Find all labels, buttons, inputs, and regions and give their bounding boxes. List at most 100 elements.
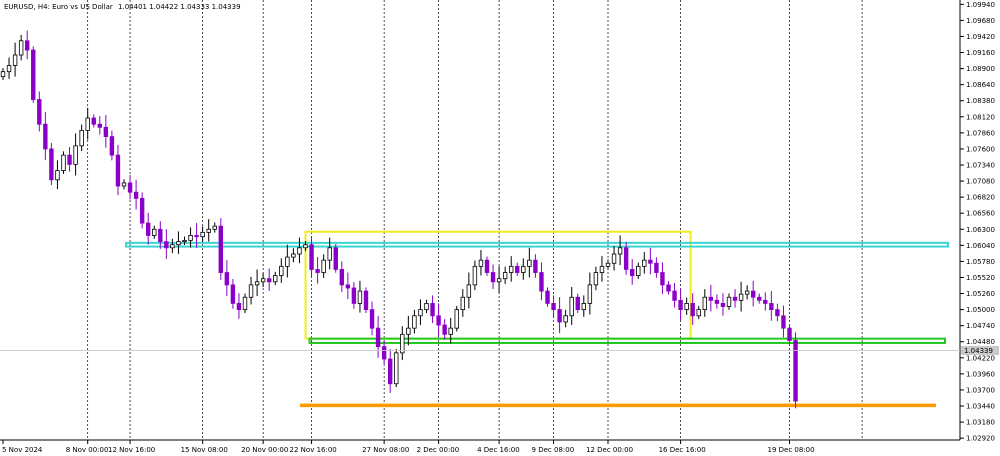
candle-body-bear [103,126,109,137]
candle-body-bull [176,241,181,246]
ohlc-low: 1.04333 [180,3,209,11]
candle-body-bear [115,154,121,187]
ohlc-close: 1.04339 [212,3,241,11]
candle-body-bear [539,272,544,292]
time-tick-label: 9 Dec 08:00 [532,446,575,454]
candle-body-bull [55,170,60,181]
candle-body-bear [218,225,223,273]
candle-body-bear [557,309,562,323]
candle [218,218,223,280]
symbol-description: Euro vs US Dollar [52,3,113,11]
candle-body-bull [569,296,574,317]
candle-body-bear [145,222,151,236]
candle-body-bear [751,290,756,298]
candle-body-bull [248,284,254,298]
candle-body-bear [381,346,387,360]
candle-body-bear [351,287,357,304]
time-tick-label: 22 Nov 16:00 [290,446,337,454]
candle-body-bull [170,244,175,249]
candle-body-bear [690,303,695,317]
timeframe-label: H4 [38,3,48,11]
candle-body-bull [285,256,290,267]
price-tick-label: 1.08640 [966,81,995,89]
candle-body-bull [85,117,90,131]
time-tick-label: 19 Dec 08:00 [768,446,815,454]
candle-body-bull [73,145,78,165]
price-tick-label: 1.03700 [966,386,995,394]
candle-body-bear [490,272,496,283]
chart-title: EURUSD, H4: Euro vs US Dollar 1.04401 1.… [4,3,241,11]
price-tick-label: 1.02920 [966,435,995,443]
candle-body-bull [273,275,278,283]
candle [49,143,54,186]
candle-body-bear [793,340,798,402]
candle-body-bear [363,290,369,311]
ohlc-open: 1.04401 [118,3,147,11]
candle-body-bull [18,40,24,56]
candle-body-bear [442,324,447,335]
candle-body-bear [315,269,320,273]
candle-body-bull [327,247,332,261]
price-tick-label: 1.07340 [966,162,995,170]
candle-body-bear [623,247,629,270]
candle-body-bull [466,284,472,298]
candle-body-bull [297,247,302,255]
candle-body-bull [152,228,157,236]
candle-body-bull [6,65,12,73]
candle-body-bull [472,265,478,286]
candle-body-bull [254,281,260,286]
candle-body-bull [684,303,689,311]
price-tick-label: 1.07600 [966,145,995,153]
price-tick-label: 1.06040 [966,242,995,250]
time-tick-label: 27 Nov 08:00 [362,446,409,454]
candle-body-bear [654,262,659,273]
price-tick-label: 1.05260 [966,290,995,298]
time-tick-label: 2 Dec 00:00 [417,446,460,454]
candle-body-bull [12,54,18,66]
price-tick-label: 1.06560 [966,210,995,218]
candle-body-bull [726,296,732,307]
price-tick-label: 1.08120 [966,113,995,121]
candle-body-bear [708,296,714,301]
candle-body-bear [575,296,580,311]
candle-body-bear [515,265,520,273]
candle-body-bull [260,278,266,283]
candle [333,244,338,273]
candle-body-bull [599,265,605,273]
price-tick-label: 1.09420 [966,33,995,41]
candle-body-bull [508,265,514,273]
price-tick-label: 1.03440 [966,403,995,411]
candle-body-bear [91,117,96,125]
price-tick-label: 1.09940 [966,1,995,9]
price-tick-label: 1.03960 [966,370,995,378]
time-tick-label: 5 Nov 2024 [2,446,43,454]
symbol-label: EURUSD [4,3,33,11]
candle-body-bull [581,303,586,311]
candle-body-bear [387,358,393,385]
candle-body-bull [460,296,465,311]
candle [454,305,459,332]
time-tick-label: 20 Nov 00:00 [241,446,288,454]
candle-body-bear [436,315,441,326]
price-chart[interactable]: 1.09940 1.09680 1.09420 1.09160 1.08900 1.086… [0,0,1000,456]
time-tick-label: 16 Dec 16:00 [659,446,706,454]
candle-body-bull [418,309,423,317]
candle-body-bear [236,303,242,311]
candle-body-bull [291,253,296,258]
candle-body-bull [563,315,568,323]
ohlc-high: 1.04422 [149,3,178,11]
candle-body-bull [394,352,399,385]
candle-body-bear [757,296,762,301]
candle-body-bull [636,265,641,277]
candle-body-bear [158,228,163,243]
candle-body-bull [279,265,284,277]
candle-body-bear [533,259,538,273]
time-tick-label: 15 Nov 08:00 [181,446,228,454]
price-tick-label: 1.07860 [966,129,995,137]
candle-body-bear [545,290,550,304]
candle-body-bear [109,136,115,156]
candle-body-bear [31,49,36,100]
candle-body-bear [345,284,351,289]
candle-body-bull [121,182,127,187]
price-tick-label: 1.07080 [966,178,995,186]
